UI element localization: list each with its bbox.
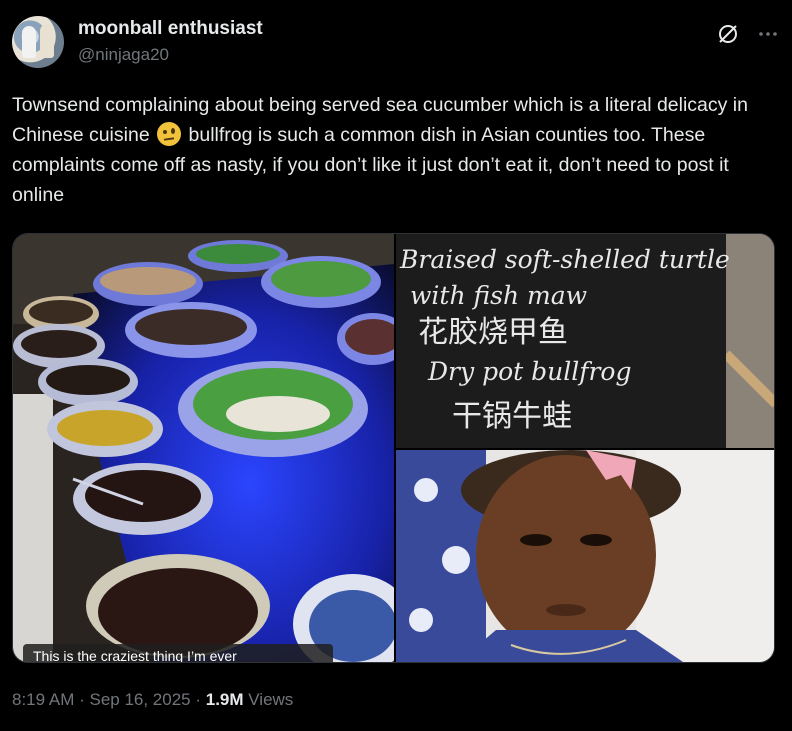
sign-line-4: Dry pot bullfrog bbox=[427, 357, 631, 386]
menu-sign-image[interactable]: Braised soft-shelled turtle with fish ma… bbox=[396, 234, 775, 448]
grok-icon[interactable] bbox=[716, 22, 740, 46]
tweet-header: moonball enthusiast @ninjaga20 bbox=[12, 14, 780, 70]
video-caption-text: This is the craziest thing I’m ever bbox=[33, 648, 237, 662]
tweet-date[interactable]: Sep 16, 2025 bbox=[89, 690, 190, 709]
media-grid: This is the craziest thing I’m ever Brai… bbox=[12, 233, 775, 663]
user-handle[interactable]: @ninjaga20 bbox=[78, 45, 169, 65]
avatar-figure-left bbox=[22, 26, 36, 58]
meta-separator: · bbox=[190, 690, 206, 709]
avatar[interactable] bbox=[12, 16, 64, 68]
tweet-text: Townsend complaining about being served … bbox=[12, 90, 782, 210]
more-icon[interactable] bbox=[756, 22, 780, 46]
display-name[interactable]: moonball enthusiast bbox=[78, 18, 263, 40]
sign-line-2: with fish maw bbox=[410, 281, 587, 310]
avatar-figure-right bbox=[40, 24, 54, 58]
views-label: Views bbox=[243, 690, 294, 709]
tweet-meta: 8:19 AM · Sep 16, 2025 · 1.9M Views bbox=[12, 690, 293, 710]
tweet-time[interactable]: 8:19 AM bbox=[12, 690, 74, 709]
meta-separator: · bbox=[74, 690, 90, 709]
raised-eyebrow-emoji-icon bbox=[157, 122, 182, 146]
hotpot-sauce-bar-image[interactable] bbox=[13, 234, 394, 663]
sign-line-5: 干锅牛蛙 bbox=[452, 399, 572, 434]
selfie-image[interactable] bbox=[396, 450, 775, 663]
views-count: 1.9M bbox=[205, 690, 244, 709]
sign-line-1: Braised soft-shelled turtle bbox=[399, 245, 730, 274]
video-caption: This is the craziest thing I’m ever bbox=[23, 644, 333, 662]
sign-line-3: 花胶烧甲鱼 bbox=[418, 315, 568, 350]
